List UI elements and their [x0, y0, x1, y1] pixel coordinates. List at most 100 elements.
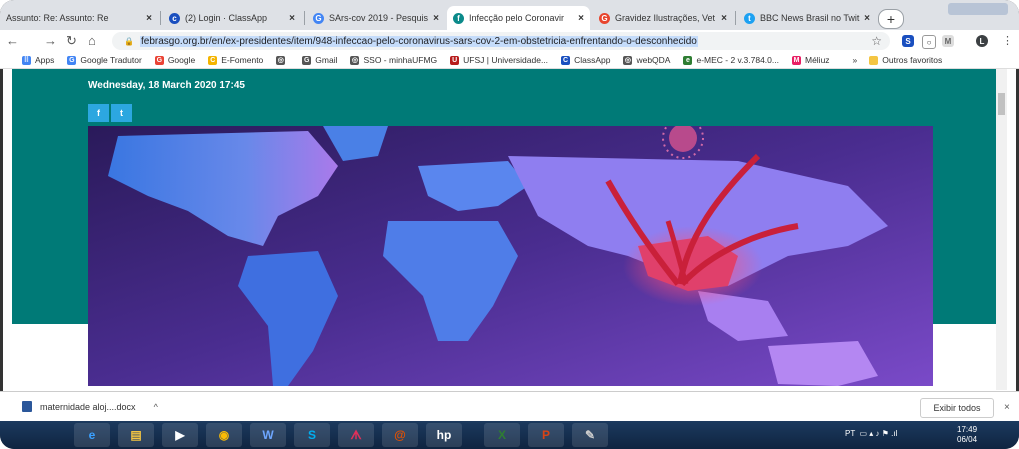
window-controls[interactable] — [948, 3, 1008, 15]
scrollbar-thumb[interactable] — [998, 93, 1005, 115]
bookmark-item[interactable]: G Gmail — [302, 55, 337, 65]
bookmark-icon: U — [450, 55, 460, 65]
bookmarks-list: ⠿ Apps G Google Tradutor G Google C E-Fomento ◎ G… — [22, 55, 843, 65]
language-indicator[interactable]: PT — [845, 429, 855, 438]
tab-vector[interactable]: G Gravidez Ilustrações, Vet × — [593, 6, 733, 30]
url-text[interactable]: febrasgo.org.br/en/ex-presidentes/item/9… — [140, 35, 698, 47]
profile-avatar[interactable]: L — [976, 35, 988, 47]
download-bar: maternidade aloj....docx ^ Exibir todos … — [0, 391, 1019, 422]
word-icon[interactable]: W — [250, 423, 286, 447]
other-favorites-folder[interactable]: Outros favoritos — [869, 55, 942, 65]
bookmark-icon: C — [561, 55, 571, 65]
close-icon[interactable]: × — [721, 13, 727, 24]
tab-classapp[interactable]: c (2) Login · ClassApp × — [163, 6, 301, 30]
bookmark-label: SSO - minhaUFMG — [363, 55, 438, 65]
system-tray[interactable]: PT ▭ ▴ ♪ ⚑ .ıl — [845, 429, 897, 438]
other-favorites-label: Outros favoritos — [882, 55, 943, 65]
screenshot-frame: Assunto: Re: Assunto: Re × c (2) Login ·… — [0, 0, 1019, 449]
vector-icon: G — [599, 12, 610, 24]
mail-app-icon[interactable]: @ — [382, 423, 418, 447]
extension-circle-icon[interactable]: ○ — [922, 35, 936, 49]
close-icon[interactable]: × — [864, 13, 870, 24]
tab-separator — [735, 11, 736, 25]
bookmark-item[interactable]: C ClassApp — [561, 55, 610, 65]
chrome-icon[interactable]: ◉ — [206, 423, 242, 447]
bookmark-star-icon[interactable]: ☆ — [871, 34, 882, 48]
show-all-downloads-button[interactable]: Exibir todos — [920, 398, 994, 418]
tab-label: SArs-cov 2019 - Pesquis — [329, 13, 429, 23]
system-clock[interactable]: 17:49 06/04 — [957, 425, 977, 445]
download-item[interactable]: maternidade aloj....docx ^ — [22, 401, 158, 412]
browser-toolbar: ← → ↻ ⌂ 🔒 febrasgo.org.br/en/ex-presiden… — [0, 30, 1019, 52]
bookmark-item[interactable]: C E-Fomento — [208, 55, 263, 65]
media-player-icon[interactable]: ▶ — [162, 423, 198, 447]
bookmark-icon: ◎ — [276, 55, 286, 65]
chevron-up-icon[interactable]: ^ — [154, 402, 158, 412]
bookmark-label: Gmail — [315, 55, 338, 65]
tab-twitter[interactable]: t BBC News Brasil no Twit × — [738, 6, 876, 30]
tab-mail[interactable]: Assunto: Re: Assunto: Re × — [0, 6, 158, 30]
bookmark-item[interactable]: M Méliuz — [791, 55, 830, 65]
bookmark-icon: M — [791, 55, 801, 65]
bookmark-label: e-MEC - 2 v.3.784.0... — [696, 55, 779, 65]
more-bookmarks-chevron[interactable]: » — [853, 55, 858, 65]
close-icon[interactable]: × — [433, 13, 439, 24]
close-icon[interactable]: × — [578, 13, 584, 24]
bookmark-icon: G — [302, 55, 312, 65]
google-icon: G — [313, 12, 324, 24]
page-scrollbar[interactable] — [996, 69, 1007, 390]
clock-date: 06/04 — [957, 435, 978, 444]
bookmark-icon: e — [683, 55, 693, 65]
forward-icon[interactable]: → — [44, 33, 57, 48]
skype-icon[interactable]: S — [294, 423, 330, 447]
app-red-icon[interactable]: ᗑ — [338, 423, 374, 447]
extension-mail-icon[interactable]: M — [942, 35, 954, 47]
home-icon[interactable]: ⌂ — [88, 33, 96, 48]
bookmark-label: E-Fomento — [221, 55, 264, 65]
bookmark-icon: ◎ — [350, 55, 360, 65]
bookmark-label: Apps — [35, 55, 55, 65]
paint-icon[interactable]: ✎ — [572, 423, 608, 447]
tab-label: Infecção pelo Coronavir — [469, 13, 565, 23]
tab-separator — [304, 11, 305, 25]
new-tab-button[interactable]: + — [878, 9, 904, 29]
back-icon[interactable]: ← — [6, 33, 19, 48]
close-icon[interactable]: × — [146, 13, 152, 24]
folder-icon — [869, 55, 879, 65]
bookmark-icon: C — [208, 55, 218, 65]
bookmark-item[interactable]: U UFSJ | Universidade... — [450, 55, 548, 65]
tab-strip: Assunto: Re: Assunto: Re × c (2) Login ·… — [0, 0, 1019, 30]
address-bar[interactable]: 🔒 febrasgo.org.br/en/ex-presidentes/item… — [112, 32, 890, 50]
tab-febrasgo[interactable]: f Infecção pelo Coronavir × — [447, 6, 590, 30]
bookmark-item[interactable]: G Google Tradutor — [67, 55, 142, 65]
tab-google-search[interactable]: G SArs-cov 2019 - Pesquis × — [307, 6, 445, 30]
powerpoint-icon[interactable]: P — [528, 423, 564, 447]
classapp-icon: c — [169, 12, 180, 24]
hp-icon[interactable]: hp — [426, 423, 462, 447]
bookmark-item[interactable]: ◎ webQDA — [623, 55, 670, 65]
tab-label: BBC News Brasil no Twit — [760, 13, 860, 23]
close-icon[interactable]: × — [1004, 402, 1010, 413]
menu-icon[interactable]: ⋮ — [1002, 34, 1013, 47]
bookmark-item[interactable]: G Google — [154, 55, 195, 65]
bookmark-item[interactable]: ◎ SSO - minhaUFMG — [350, 55, 437, 65]
close-icon[interactable]: × — [289, 13, 295, 24]
world-map-coronavirus-illustration — [88, 126, 933, 386]
extension-classapp-icon[interactable]: S — [902, 35, 914, 47]
bookmark-icon: ◎ — [623, 55, 633, 65]
share-twitter-button[interactable]: t — [111, 104, 132, 122]
bookmark-icon: G — [154, 55, 164, 65]
bookmark-item[interactable]: ◎ — [276, 55, 289, 65]
bookmark-label: Google Tradutor — [80, 55, 142, 65]
bookmark-item[interactable]: e e-MEC - 2 v.3.784.0... — [683, 55, 779, 65]
excel-icon[interactable]: X — [484, 423, 520, 447]
file-explorer-icon[interactable]: ▤ — [118, 423, 154, 447]
windows-taskbar: e ▤ ▶ ◉ W S ᗑ @ hp X P ✎ PT ▭ ▴ ♪ ⚑ .ıl … — [0, 421, 1019, 449]
word-document-icon — [22, 401, 32, 412]
bookmarks-bar: ⠿ Apps G Google Tradutor G Google C E-Fomento ◎ G… — [0, 52, 1019, 69]
internet-explorer-icon[interactable]: e — [74, 423, 110, 447]
share-facebook-button[interactable]: f — [88, 104, 109, 122]
clock-time: 17:49 — [957, 425, 978, 434]
bookmark-item[interactable]: ⠿ Apps — [22, 55, 54, 65]
reload-icon[interactable]: ↻ — [66, 33, 77, 49]
